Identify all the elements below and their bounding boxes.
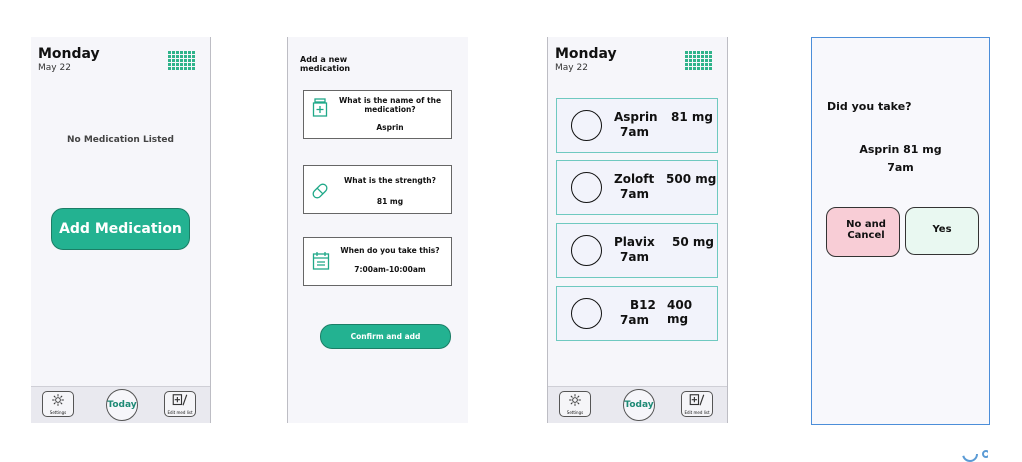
medication-card[interactable]: Zoloft 500 mg 7am — [556, 160, 718, 215]
take-checkbox[interactable] — [571, 298, 602, 329]
med-strength: 400 mg — [667, 298, 693, 326]
med-line: Asprin 81 mg — [859, 143, 942, 156]
medication-card[interactable]: Plavix 50 mg 7am — [556, 223, 718, 278]
today-button[interactable]: Today — [623, 389, 655, 421]
empty-message: No Medication Listed — [67, 135, 174, 145]
add-medication-screen: Add a new medication What is the name of… — [287, 37, 468, 423]
home-screen-list: Monday May 22 Asprin 81 mg 7am Zoloft 50… — [547, 37, 728, 423]
settings-label: Settings — [566, 410, 584, 415]
edit-label: Edit med list — [684, 410, 710, 415]
today-button[interactable]: Today — [106, 389, 138, 421]
med-name: Asprin — [614, 110, 658, 124]
edit-med-list-button[interactable]: Edit med list — [681, 391, 713, 417]
time-value: 7:00am-10:00am — [354, 265, 426, 274]
no-cancel-label: No and Cancel — [846, 219, 886, 241]
med-strength: 500 mg — [666, 172, 717, 186]
med-time: 7am — [620, 313, 649, 327]
edit-label: Edit med list — [167, 410, 193, 415]
take-checkbox[interactable] — [571, 110, 602, 141]
med-strength: 81 mg — [671, 110, 713, 124]
take-checkbox[interactable] — [571, 235, 602, 266]
calendar-grid-icon[interactable] — [685, 51, 712, 70]
date-label: May 22 — [38, 63, 71, 73]
strength-value: 81 mg — [376, 197, 404, 206]
strength-question: What is the strength? — [344, 176, 436, 185]
yes-button[interactable]: Yes — [905, 207, 979, 255]
med-name: B12 — [630, 298, 656, 312]
loading-spinner-icon — [962, 446, 988, 462]
med-name: Plavix — [614, 235, 655, 249]
page-title: Add a new medication — [300, 55, 351, 73]
take-checkbox[interactable] — [571, 172, 602, 203]
confirm-dose-screen: Did you take? Asprin 81 mg 7am No and Ca… — [811, 37, 990, 425]
medication-card[interactable]: Asprin 81 mg 7am — [556, 98, 718, 153]
settings-button[interactable]: Settings — [42, 391, 74, 417]
home-screen-empty: Monday May 22 No Medication Listed Add M… — [31, 37, 211, 423]
med-time: 7am — [620, 250, 649, 264]
edit-list-icon — [689, 394, 705, 406]
calendar-icon — [312, 252, 330, 270]
date-label: May 22 — [555, 63, 588, 73]
no-cancel-button[interactable]: No and Cancel — [826, 207, 900, 257]
med-time: 7am — [620, 187, 649, 201]
calendar-grid-icon[interactable] — [168, 51, 195, 70]
question-heading: Did you take? — [827, 100, 912, 113]
edit-list-icon — [172, 394, 188, 406]
medication-card[interactable]: B12 400 mg 7am — [556, 286, 718, 341]
med-strength: 50 mg — [672, 235, 714, 249]
bottom-nav: Settings Today Edit med list — [548, 386, 727, 423]
name-card[interactable]: What is the name of the medication? Aspr… — [303, 90, 452, 139]
pill-bottle-icon — [312, 98, 328, 117]
day-title: Monday — [555, 46, 617, 62]
yes-label: Yes — [932, 224, 952, 235]
day-title: Monday — [38, 46, 100, 62]
add-medication-button[interactable]: Add Medication — [51, 208, 190, 250]
name-value: Asprin — [376, 123, 404, 132]
gear-icon — [569, 394, 581, 406]
confirm-add-button[interactable]: Confirm and add — [320, 324, 451, 349]
name-question: What is the name of the medication? — [338, 96, 442, 114]
capsule-icon — [312, 183, 328, 199]
med-time: 7am — [620, 125, 649, 139]
edit-med-list-button[interactable]: Edit med list — [164, 391, 196, 417]
med-name: Zoloft — [614, 172, 655, 186]
time-line: 7am — [887, 161, 914, 174]
time-card[interactable]: When do you take this? 7:00am-10:00am — [303, 237, 452, 286]
time-question: When do you take this? — [340, 246, 440, 255]
settings-label: Settings — [49, 410, 67, 415]
gear-icon — [52, 394, 64, 406]
bottom-nav: Settings Today Edit med list — [31, 386, 210, 423]
settings-button[interactable]: Settings — [559, 391, 591, 417]
strength-card[interactable]: What is the strength? 81 mg — [303, 165, 452, 214]
